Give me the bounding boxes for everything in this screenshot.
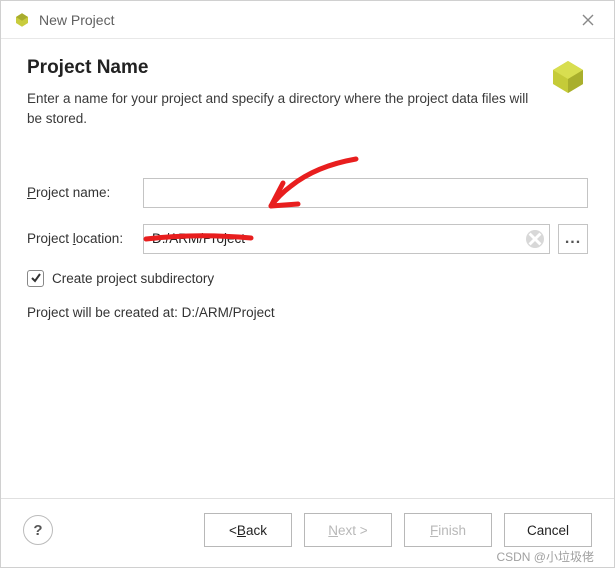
clear-location-button[interactable]	[526, 230, 544, 248]
new-project-dialog: New Project Project Name Enter a name fo…	[0, 0, 615, 568]
project-name-label: Project name:	[27, 185, 143, 200]
project-location-row: Project location: ...	[27, 224, 588, 254]
created-at-text: Project will be created at: D:/ARM/Proje…	[27, 305, 588, 320]
finish-button[interactable]: Finish	[404, 513, 492, 547]
page-title: Project Name	[27, 57, 536, 79]
app-icon	[13, 11, 31, 29]
create-subdir-checkbox[interactable]	[27, 270, 44, 287]
help-button[interactable]: ?	[23, 515, 53, 545]
window-title: New Project	[39, 12, 572, 28]
project-location-label: Project location:	[27, 231, 143, 246]
brand-icon	[548, 57, 588, 97]
project-name-input[interactable]	[143, 178, 588, 208]
dialog-body: Project Name Enter a name for your proje…	[1, 39, 614, 498]
project-name-row: Project name:	[27, 178, 588, 208]
close-button[interactable]	[572, 4, 604, 36]
watermark: CSDN @小垃圾佬	[496, 548, 594, 565]
project-location-input[interactable]	[143, 224, 550, 254]
form: Project name: Project location: ... Crea…	[27, 178, 588, 320]
create-subdir-row: Create project subdirectory	[27, 270, 588, 287]
create-subdir-label: Create project subdirectory	[52, 271, 214, 286]
titlebar: New Project	[1, 1, 614, 39]
next-button[interactable]: Next >	[304, 513, 392, 547]
back-button[interactable]: < Back	[204, 513, 292, 547]
page-description: Enter a name for your project and specif…	[27, 89, 536, 130]
cancel-button[interactable]: Cancel	[504, 513, 592, 547]
browse-button[interactable]: ...	[558, 224, 588, 254]
